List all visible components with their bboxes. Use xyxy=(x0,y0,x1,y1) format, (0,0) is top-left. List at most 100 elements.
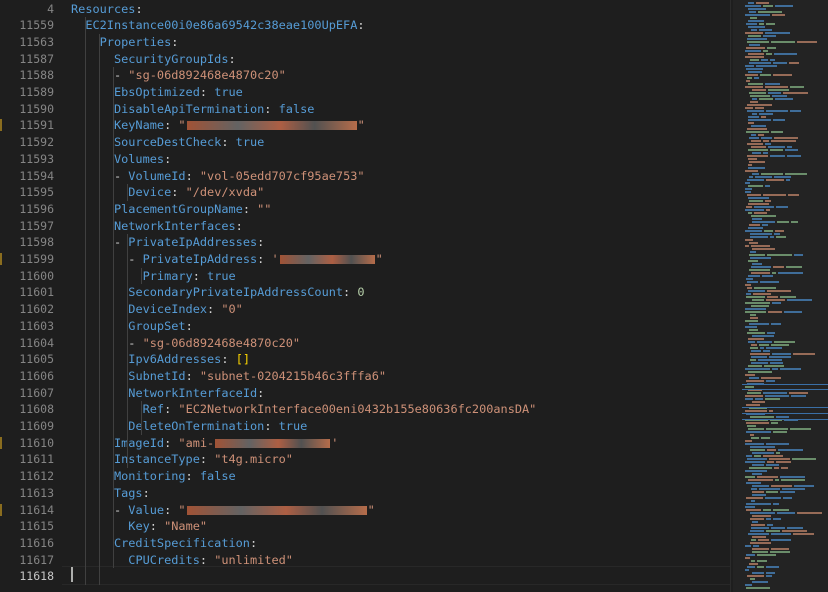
yaml-punct: - xyxy=(71,252,143,266)
yaml-key: EbsOptimized xyxy=(113,85,200,99)
yaml-key: Monitoring xyxy=(113,469,186,484)
code-line[interactable]: EC2Instance00i0e86a69542c38eae100UpEFA: xyxy=(71,17,365,34)
code-editor[interactable]: 4 11559 11563 11587 11588 11589 11590 11591 1159… xyxy=(0,0,828,592)
code-line[interactable]: SecondaryPrivateIpAddressCount: 0 xyxy=(71,284,364,301)
yaml-punct xyxy=(71,269,143,283)
code-area[interactable]: Resources: EC2Instance00i0e86a69542c38ea… xyxy=(62,0,730,592)
yaml-punct xyxy=(71,52,114,66)
yaml-punct: : xyxy=(185,469,200,484)
yaml-punct: : xyxy=(192,268,208,283)
code-line[interactable]: Primary: true xyxy=(71,268,236,285)
yaml-punct: : xyxy=(235,218,243,233)
yaml-value: " xyxy=(178,502,186,517)
yaml-punct: : xyxy=(164,118,179,133)
redacted-value xyxy=(215,438,331,448)
indent-guide xyxy=(141,401,142,435)
code-line[interactable]: Key: "Name" xyxy=(71,518,207,535)
yaml-key: Properties xyxy=(99,34,172,49)
yaml-key: EC2Instance00i0e86a69542c38eae100UpEFA xyxy=(85,18,358,33)
yaml-value: "vol-05edd707cf95ae753" xyxy=(199,168,365,183)
yaml-value: "subnet-0204215b46c3fffa6" xyxy=(199,368,387,383)
code-line[interactable]: - VolumeId: "vol-05edd707cf95ae753" xyxy=(71,168,365,185)
yaml-key: SecondaryPrivateIpAddressCount xyxy=(128,285,344,300)
line-number: 11563 xyxy=(19,34,54,49)
code-line[interactable]: Volumes: xyxy=(71,151,171,168)
line-number: 11599 xyxy=(19,252,54,266)
line-number: 11592 xyxy=(19,135,54,150)
minimap-selection-marker xyxy=(742,419,828,420)
indent-guide xyxy=(85,17,86,585)
yaml-punct: : xyxy=(199,85,215,99)
yaml-punct: : xyxy=(199,552,215,567)
yaml-key: Tags xyxy=(113,485,143,500)
yaml-key: Ref xyxy=(142,402,165,417)
git-change-marker[interactable] xyxy=(0,119,2,132)
line-number: 11605 xyxy=(19,352,54,367)
minimap-selection-marker xyxy=(742,384,828,385)
line-number: 11611 xyxy=(19,452,54,467)
code-line[interactable]: DisableApiTermination: false xyxy=(71,101,314,118)
indent-guide xyxy=(127,184,128,201)
yaml-punct: : xyxy=(135,1,143,16)
code-line[interactable]: Monitoring: false xyxy=(71,468,236,485)
code-line[interactable]: KeyName: " " xyxy=(71,117,365,134)
line-number: 11603 xyxy=(19,318,54,333)
code-line[interactable]: NetworkInterfaces: xyxy=(71,218,243,235)
text-cursor xyxy=(71,567,73,582)
yaml-key: DisableApiTermination xyxy=(113,101,265,116)
code-line[interactable]: CPUCredits: "unlimited" xyxy=(71,552,293,569)
yaml-key: NetworkInterfaces xyxy=(113,218,236,233)
code-line[interactable]: SubnetId: "subnet-0204215b46c3fffa6" xyxy=(71,368,386,385)
yaml-value: [] xyxy=(235,352,251,367)
yaml-value: "Name" xyxy=(164,519,208,534)
code-line[interactable]: Resources: xyxy=(71,1,143,18)
yaml-punct: : xyxy=(242,201,258,216)
yaml-punct xyxy=(71,202,114,216)
minimap-scroll-slider[interactable] xyxy=(733,0,828,592)
code-line[interactable]: ImageId: "ami- ' xyxy=(71,435,338,452)
yaml-punct: : xyxy=(185,368,200,383)
code-line[interactable]: InstanceType: "t4g.micro" xyxy=(71,451,293,468)
yaml-punct: : xyxy=(257,252,272,266)
line-number: 11604 xyxy=(19,335,54,350)
yaml-key: PrivateIpAddresses xyxy=(128,235,258,250)
yaml-punct: : xyxy=(343,285,358,300)
line-number: 11609 xyxy=(19,419,54,433)
code-line[interactable]: DeviceIndex: "0" xyxy=(71,301,243,318)
line-number: 11590 xyxy=(19,101,54,116)
yaml-punct: : xyxy=(171,185,186,200)
code-line[interactable]: PlacementGroupName: "" xyxy=(71,201,272,218)
code-line[interactable]: - Value: " " xyxy=(71,502,375,519)
yaml-value: " xyxy=(178,118,186,133)
minimap-selection-marker xyxy=(742,389,828,390)
yaml-punct: : xyxy=(164,402,179,417)
yaml-value: "0" xyxy=(221,302,243,317)
code-line[interactable]: DeleteOnTermination: true xyxy=(71,418,307,435)
line-number: 11559 xyxy=(19,18,54,33)
yaml-key: NetworkInterfaceId xyxy=(128,385,258,400)
indent-guide xyxy=(99,33,100,585)
git-change-marker[interactable] xyxy=(0,436,2,449)
yaml-punct xyxy=(71,536,114,550)
yaml-punct: : xyxy=(221,352,236,367)
git-change-marker[interactable] xyxy=(0,253,2,265)
line-number: 11597 xyxy=(19,218,54,233)
yaml-value: ' xyxy=(331,435,339,450)
line-number: 11589 xyxy=(19,85,54,99)
code-line[interactable]: - PrivateIpAddress: ' " xyxy=(71,251,383,268)
yaml-punct: : xyxy=(207,302,222,317)
code-line[interactable]: EbsOptimized: true xyxy=(71,84,243,101)
code-line[interactable]: Ipv6Addresses: [] xyxy=(71,351,250,368)
yaml-punct xyxy=(71,452,114,466)
line-number: 11614 xyxy=(19,502,54,517)
yaml-punct: : xyxy=(357,18,365,33)
yaml-punct xyxy=(71,219,114,233)
code-line[interactable]: Properties: xyxy=(71,34,179,51)
yaml-value: true xyxy=(235,135,265,150)
code-line[interactable]: GroupSet: xyxy=(71,318,192,335)
code-line[interactable]: - "sg-06d892468e4870c20" xyxy=(71,335,300,352)
git-change-marker[interactable] xyxy=(0,503,2,516)
code-line[interactable]: SecurityGroupIds: xyxy=(71,51,236,68)
code-line[interactable]: Tags: xyxy=(71,485,150,502)
code-line[interactable]: - "sg-06d892468e4870c20" xyxy=(71,67,286,84)
